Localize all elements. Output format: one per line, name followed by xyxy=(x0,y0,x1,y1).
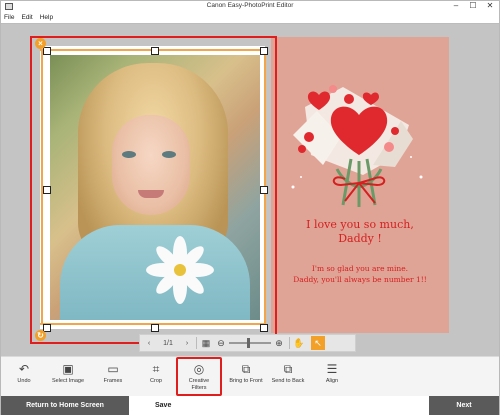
zoom-slider[interactable] xyxy=(229,338,271,348)
footer-bar: Return to Home Screen Save Next xyxy=(1,396,499,415)
card-line-1: I love you so much, xyxy=(306,218,414,231)
menu-help[interactable]: Help xyxy=(40,13,53,23)
resize-handle[interactable] xyxy=(260,47,268,55)
page-zoom-bar: ‹ 1/1 › ▦ ⊖ ⊕ ✋ ↖ xyxy=(139,334,356,352)
send-back-icon: ⧉ xyxy=(283,362,293,376)
bring-front-icon: ⧉ xyxy=(241,362,251,376)
card-message: I'm so glad you are mine. Daddy, you'll … xyxy=(271,263,449,285)
frames-button[interactable]: ▭ Frames xyxy=(90,359,136,395)
resize-handle[interactable] xyxy=(43,47,51,55)
select-tool-icon[interactable]: ↖ xyxy=(311,336,325,350)
undo-button[interactable]: ↶ Undo xyxy=(1,359,47,395)
frame-icon: ▭ xyxy=(107,362,119,376)
page-indicator: 1/1 xyxy=(163,339,173,347)
resize-handle[interactable] xyxy=(260,186,268,194)
next-page-icon[interactable]: › xyxy=(178,335,196,351)
bottom-toolbar: ↶ Undo ▣ Select Image ▭ Frames ⌗ Crop ◎ … xyxy=(1,356,499,396)
minimize-button[interactable]: – xyxy=(449,1,463,12)
card-background xyxy=(271,37,449,333)
resize-handle[interactable] xyxy=(151,47,159,55)
resize-handle[interactable] xyxy=(151,324,159,332)
resize-handle[interactable] xyxy=(260,324,268,332)
save-button[interactable]: Save xyxy=(129,396,429,415)
card-line-3: I'm so glad you are mine. xyxy=(311,264,409,273)
zoom-out-icon[interactable]: ⊖ xyxy=(215,335,227,351)
next-button[interactable]: Next xyxy=(429,396,499,415)
maximize-button[interactable]: ☐ xyxy=(466,1,480,12)
zoom-in-icon[interactable]: ⊕ xyxy=(273,335,285,351)
rotate-icon[interactable]: ↻ xyxy=(35,330,46,341)
send-to-back-button[interactable]: ⧉ Send to Back xyxy=(265,359,311,395)
creative-filters-button[interactable]: ◎ Creative Filters xyxy=(176,357,222,396)
grid-view-icon[interactable]: ▦ xyxy=(197,335,215,351)
prev-page-icon[interactable]: ‹ xyxy=(140,335,158,351)
menu-file[interactable]: File xyxy=(4,13,14,23)
close-button[interactable]: ✕ xyxy=(483,1,497,12)
window-title: Canon Easy-PhotoPrint Editor xyxy=(206,2,294,9)
delete-icon[interactable]: × xyxy=(35,38,46,49)
select-image-button[interactable]: ▣ Select Image xyxy=(45,359,91,395)
card-heading: I love you so much, Daddy ! xyxy=(271,218,449,246)
resize-handle[interactable] xyxy=(43,186,51,194)
menu-edit[interactable]: Edit xyxy=(21,13,32,23)
align-button[interactable]: ☰ Align xyxy=(309,359,355,395)
selection-highlight xyxy=(30,36,277,344)
undo-icon: ↶ xyxy=(18,362,30,376)
align-icon: ☰ xyxy=(326,362,338,376)
crop-icon: ⌗ xyxy=(152,362,160,376)
bouquet-illustration xyxy=(291,85,423,207)
menu-bar: File Edit Help xyxy=(1,13,499,23)
filter-icon: ◎ xyxy=(193,362,205,376)
return-home-button[interactable]: Return to Home Screen xyxy=(1,396,129,415)
hand-tool-icon[interactable]: ✋ xyxy=(290,335,308,351)
image-icon: ▣ xyxy=(62,362,74,376)
crop-button[interactable]: ⌗ Crop xyxy=(133,359,179,395)
bring-to-front-button[interactable]: ⧉ Bring to Front xyxy=(223,359,269,395)
card-line-2: Daddy ! xyxy=(338,232,382,245)
card-line-4: Daddy, you'll always be number 1!! xyxy=(293,275,427,284)
title-bar: Canon Easy-PhotoPrint Editor – ☐ ✕ xyxy=(1,1,499,13)
